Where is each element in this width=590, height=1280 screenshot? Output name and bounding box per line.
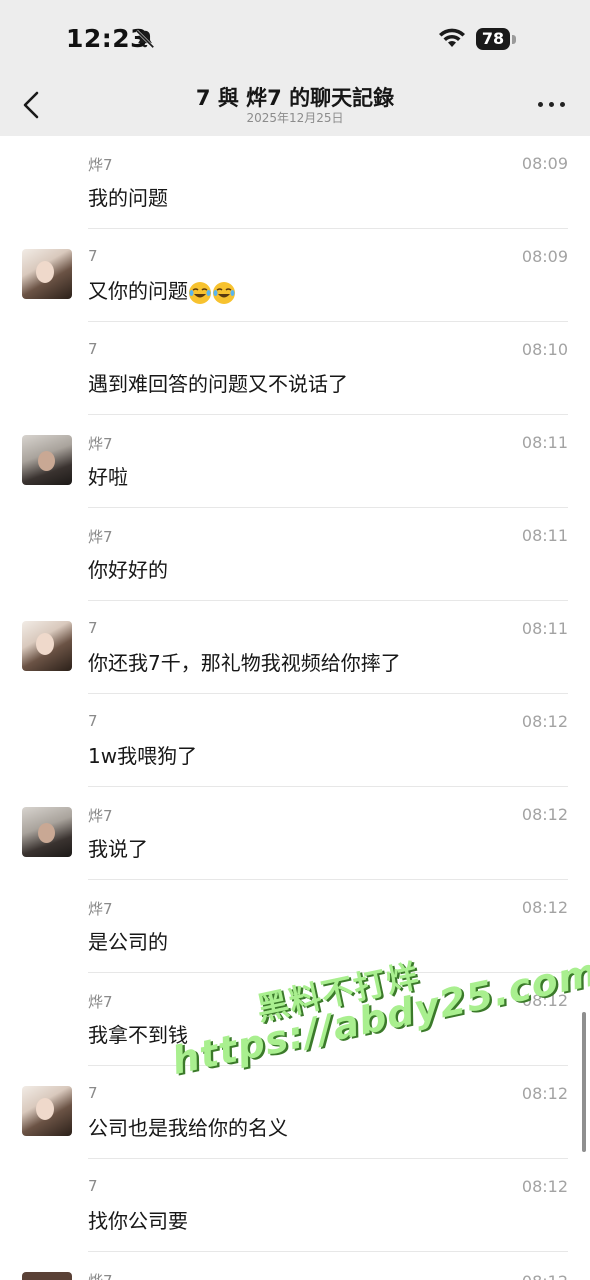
message-time: 08:12	[521, 712, 568, 731]
message-text: 1w我喂狗了	[88, 744, 198, 768]
message-time: 08:12	[521, 1177, 568, 1196]
message-text: 好啦	[88, 465, 128, 489]
nav-bar: 7 與 烨7 的聊天記錄 2025年12月25日	[0, 80, 590, 136]
message-sender: 烨7	[88, 807, 113, 825]
list-item[interactable]: 7 08:12 找你公司要	[0, 1159, 590, 1252]
message-sender: 烨7	[88, 1270, 113, 1280]
avatar[interactable]	[22, 807, 72, 857]
more-dots-icon[interactable]	[538, 102, 566, 110]
laugh-cry-emoji-icon	[189, 281, 211, 304]
message-content: 又你的问题	[88, 275, 236, 305]
message-time: 08:11	[521, 526, 568, 545]
list-item[interactable]: 烨7 08:11 你好好的	[0, 508, 590, 601]
message-text: 找你公司要	[88, 1209, 188, 1233]
message-time: 08:12	[521, 805, 568, 824]
message-sender: 烨7	[88, 528, 113, 546]
page-subtitle-date: 2025年12月25日	[246, 111, 344, 125]
list-item[interactable]: 烨7 08:09 我的问题	[0, 136, 590, 229]
message-text: 你还我7千，那礼物我视频给你摔了	[88, 651, 401, 675]
battery-nub	[512, 35, 516, 44]
message-sender: 7	[88, 247, 98, 265]
page-title: 7 與 烨7 的聊天記錄	[195, 86, 395, 110]
message-sender: 7	[88, 619, 98, 637]
list-item[interactable]: 7 08:11 你还我7千，那礼物我视频给你摔了	[0, 601, 590, 694]
list-item[interactable]: 烨7 08:12 是公司的	[0, 880, 590, 973]
bell-slash-icon	[135, 29, 155, 49]
divider	[88, 1251, 568, 1252]
message-sender: 7	[88, 1177, 98, 1195]
message-time: 08:09	[521, 247, 568, 266]
message-text: 又你的问题	[88, 279, 188, 303]
message-text: 公司也是我给你的名义	[88, 1116, 288, 1140]
message-sender: 7	[88, 712, 98, 730]
list-item[interactable]: 7 08:10 遇到难回答的问题又不说话了	[0, 322, 590, 415]
message-time: 08:12	[521, 898, 568, 917]
message-time: 08:12	[521, 1084, 568, 1103]
message-text: 我说了	[88, 837, 148, 861]
message-time: 08:11	[521, 433, 568, 452]
message-text: 是公司的	[88, 930, 168, 954]
message-time: 08:10	[521, 340, 568, 359]
message-text: 我的问题	[88, 186, 168, 210]
message-sender: 烨7	[88, 993, 113, 1011]
avatar[interactable]	[22, 249, 72, 299]
battery-icon: 78	[476, 28, 510, 50]
message-sender: 7	[88, 1084, 98, 1102]
message-time: 08:11	[521, 619, 568, 638]
list-item[interactable]: 烨7 08:12 我说了	[0, 787, 590, 880]
avatar[interactable]	[22, 1272, 72, 1280]
avatar[interactable]	[22, 435, 72, 485]
avatar[interactable]	[22, 1086, 72, 1136]
list-item[interactable]: 烨7 08:11 好啦	[0, 415, 590, 508]
laugh-cry-emoji-icon	[213, 281, 235, 304]
message-sender: 烨7	[88, 900, 113, 918]
message-sender: 7	[88, 340, 98, 358]
message-text: 遇到难回答的问题又不说话了	[88, 372, 348, 396]
message-time: 08:12	[522, 1272, 568, 1280]
scrollbar[interactable]	[582, 1012, 586, 1152]
list-item[interactable]: 7 08:12 1w我喂狗了	[0, 694, 590, 787]
status-bar: 12:23 78	[0, 0, 590, 80]
list-item[interactable]: 7 08:09 又你的问题	[0, 229, 590, 322]
message-sender: 烨7	[88, 435, 113, 453]
message-text: 你好好的	[88, 558, 168, 582]
list-item[interactable]: 7 08:12 公司也是我给你的名义	[0, 1066, 590, 1159]
message-time: 08:09	[521, 154, 568, 173]
avatar[interactable]	[22, 621, 72, 671]
wifi-icon	[439, 28, 465, 47]
message-sender: 烨7	[88, 156, 113, 174]
